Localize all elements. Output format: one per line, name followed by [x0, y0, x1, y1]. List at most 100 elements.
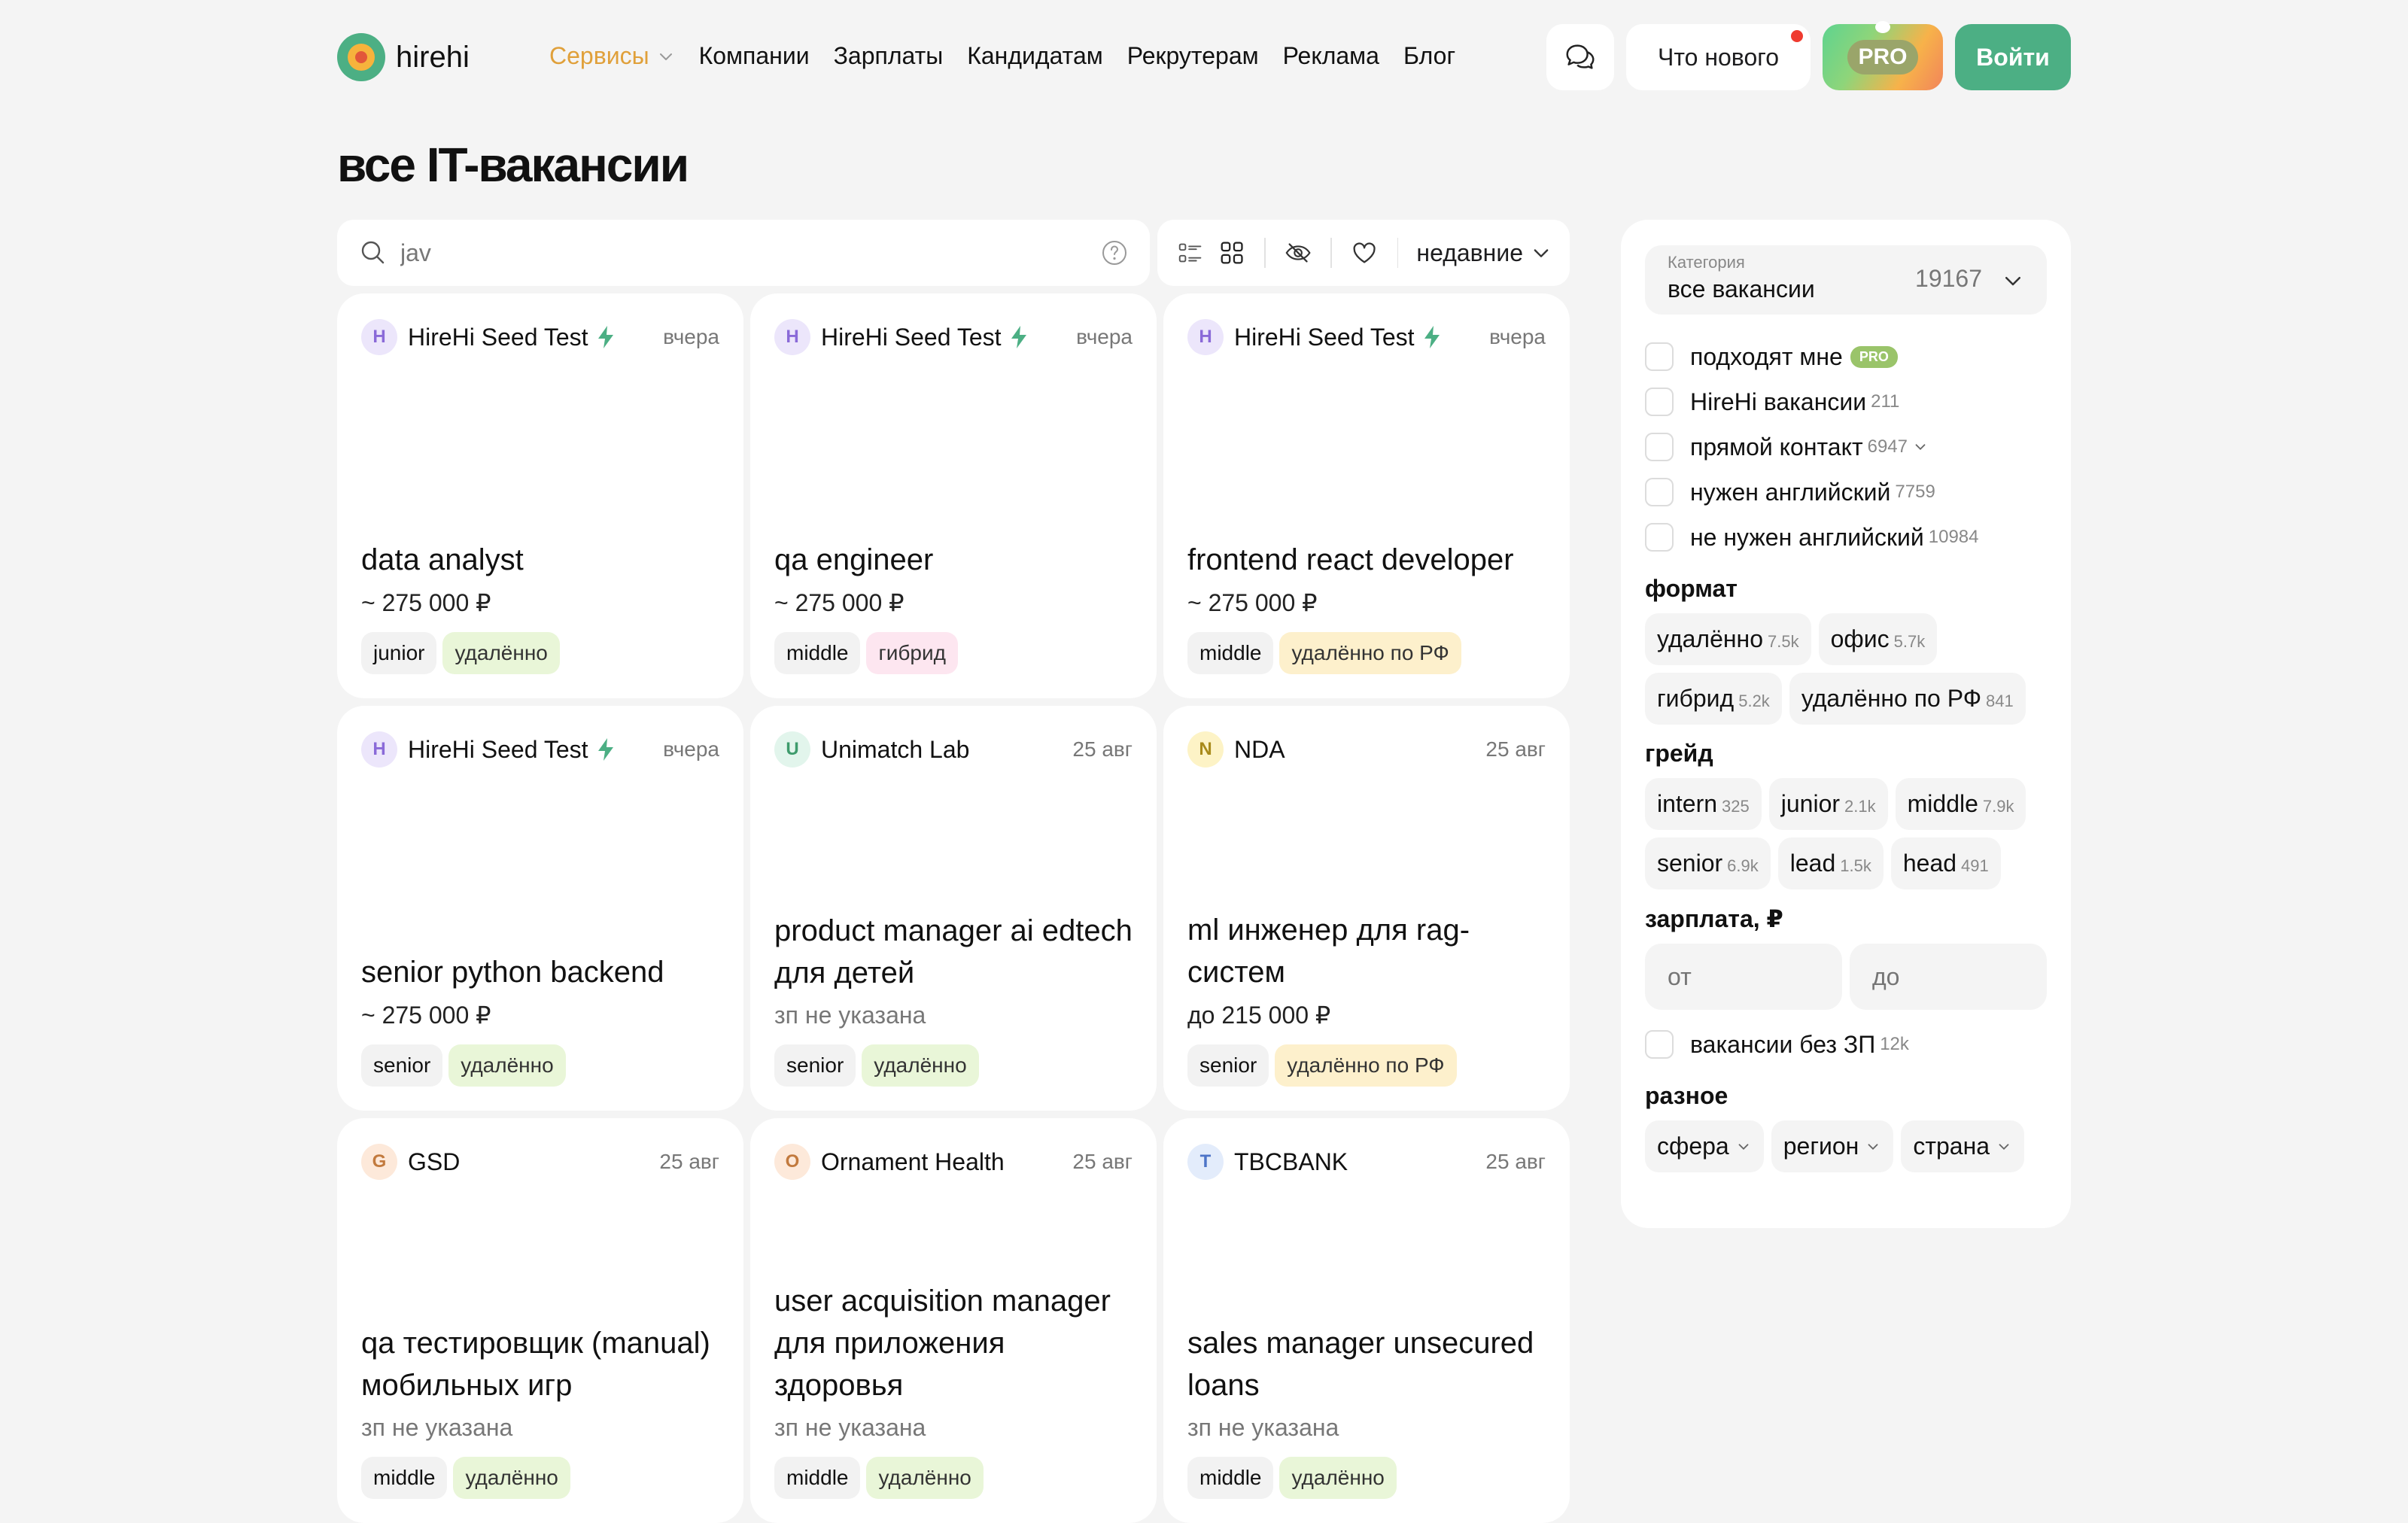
format-chip-remote-rf[interactable]: удалённо по РФ 841	[1789, 673, 2026, 725]
grade-tag: junior	[361, 632, 437, 674]
posted-date: вчера	[1076, 325, 1133, 348]
checkbox[interactable]	[1645, 478, 1674, 506]
vacancy-card[interactable]: G GSD 25 авг qa тестировщик (manual) моб…	[337, 1118, 743, 1523]
filter-suits-me[interactable]: подходят мне PRO	[1645, 334, 2047, 379]
vacancy-card[interactable]: H HireHi Seed Test вчера qa engineer ~ 2…	[750, 293, 1157, 698]
filter-english-required[interactable]: нужен английский 7759	[1645, 470, 2047, 515]
filter-label: нужен английский	[1690, 478, 1891, 506]
toolbar-divider	[1397, 238, 1399, 268]
format-tag: гибрид	[866, 632, 958, 674]
filter-label: прямой контакт	[1690, 433, 1863, 461]
nav-recruiters[interactable]: Рекрутерам	[1127, 42, 1259, 70]
job-title[interactable]: ml инженер для rag-систем	[1187, 909, 1546, 993]
salary-to-input[interactable]	[1850, 944, 2047, 1010]
job-title[interactable]: frontend react developer	[1187, 539, 1546, 581]
card-body: qa тестировщик (manual) мобильных игр зп…	[361, 1322, 719, 1499]
job-title[interactable]: data analyst	[361, 539, 719, 581]
nav-companies[interactable]: Компании	[699, 42, 810, 70]
chevron-down-icon	[1738, 1143, 1749, 1150]
job-title[interactable]: sales manager unsecured loans	[1187, 1322, 1546, 1406]
checkbox-filters: подходят мне PRO HireHi вакансии 211 пря…	[1645, 334, 2047, 560]
grid-view-icon[interactable]	[1218, 238, 1246, 268]
job-title[interactable]: qa engineer	[774, 539, 1133, 581]
company-name[interactable]: Ornament Health	[821, 1148, 1005, 1176]
card-body: product manager ai edtech для детей зп н…	[774, 910, 1133, 1087]
checkbox[interactable]	[1645, 342, 1674, 371]
hidden-eye-icon[interactable]	[1284, 238, 1312, 268]
company-name[interactable]: HireHi Seed Test	[408, 324, 588, 351]
company-name[interactable]: GSD	[408, 1148, 460, 1176]
grade-chip-junior[interactable]: junior 2.1k	[1768, 778, 1888, 830]
vacancy-card[interactable]: T TBCBANK 25 авг sales manager unsecured…	[1163, 1118, 1570, 1523]
filter-hirehi-vacancies[interactable]: HireHi вакансии 211	[1645, 379, 2047, 424]
job-title[interactable]: qa тестировщик (manual) мобильных игр	[361, 1322, 719, 1406]
grade-chip-middle[interactable]: middle 7.9k	[1895, 778, 2026, 830]
pro-button[interactable]: PRO	[1823, 21, 1943, 90]
filter-count: 6947	[1867, 436, 1908, 457]
job-title[interactable]: user acquisition manager для приложения …	[774, 1280, 1133, 1406]
salary: зп не указана	[1187, 1414, 1339, 1441]
chat-button[interactable]	[1546, 24, 1615, 90]
search-input[interactable]	[400, 239, 1100, 267]
filter-no-salary[interactable]: вакансии без ЗП 12k	[1645, 1022, 2047, 1067]
checkbox[interactable]	[1645, 523, 1674, 552]
heart-icon[interactable]	[1350, 238, 1379, 268]
nav-ads[interactable]: Реклама	[1283, 42, 1379, 70]
chip-count: 325	[1722, 797, 1750, 816]
company-name[interactable]: TBCBANK	[1234, 1148, 1348, 1176]
logo-text: hirehi	[396, 40, 470, 74]
salary: до 215 000 ₽	[1187, 1002, 1331, 1029]
company-name[interactable]: HireHi Seed Test	[1234, 324, 1415, 351]
grade-chip-senior[interactable]: senior 6.9k	[1645, 837, 1771, 889]
format-chip-hybrid[interactable]: гибрид 5.2k	[1645, 673, 1782, 725]
vacancy-card[interactable]: U Unimatch Lab 25 авг product manager ai…	[750, 706, 1157, 1111]
vacancy-card[interactable]: N NDA 25 авг ml инженер для rag-систем д…	[1163, 706, 1570, 1111]
vacancy-card[interactable]: H HireHi Seed Test вчера frontend react …	[1163, 293, 1570, 698]
card-body: frontend react developer ~ 275 000 ₽ mid…	[1187, 539, 1546, 674]
nav-services-label: Сервисы	[549, 42, 649, 69]
grade-tag: senior	[1187, 1044, 1269, 1087]
nav-blog[interactable]: Блог	[1403, 42, 1455, 70]
sort-dropdown[interactable]: недавние	[1416, 239, 1552, 267]
vacancy-card[interactable]: H HireHi Seed Test вчера data analyst ~ …	[337, 293, 743, 698]
company-name[interactable]: Unimatch Lab	[821, 736, 969, 764]
grade-chip-head[interactable]: head 491	[1890, 837, 2001, 889]
nav-services[interactable]: Сервисы	[549, 42, 675, 70]
misc-chip-country[interactable]: страна	[1901, 1120, 2025, 1172]
help-icon[interactable]	[1100, 239, 1129, 267]
logo-icon	[337, 33, 385, 81]
checkbox[interactable]	[1645, 1030, 1674, 1059]
nav-candidates[interactable]: Кандидатам	[967, 42, 1103, 70]
nav-salaries[interactable]: Зарплаты	[834, 42, 944, 70]
salary-from-input[interactable]	[1645, 944, 1842, 1010]
grade-chip-lead[interactable]: lead 1.5k	[1777, 837, 1884, 889]
filter-count: 211	[1871, 391, 1900, 412]
filter-direct-contact[interactable]: прямой контакт 6947	[1645, 424, 2047, 470]
format-chip-remote[interactable]: удалённо 7.5k	[1645, 613, 1811, 665]
lightning-icon	[1424, 326, 1440, 348]
chip-count: 1.5k	[1840, 856, 1871, 875]
misc-chip-sphere[interactable]: сфера	[1645, 1120, 1764, 1172]
logo[interactable]: hirehi	[337, 33, 470, 81]
checkbox[interactable]	[1645, 388, 1674, 416]
filter-count: 10984	[1928, 527, 1979, 547]
chip-label: удалённо	[1657, 625, 1764, 652]
company-name[interactable]: NDA	[1234, 736, 1285, 764]
list-view-icon[interactable]	[1175, 238, 1204, 268]
job-title[interactable]: senior python backend	[361, 951, 719, 993]
company-name[interactable]: HireHi Seed Test	[821, 324, 1002, 351]
login-button[interactable]: Войти	[1955, 24, 2071, 90]
chevron-down-icon[interactable]	[1912, 439, 1929, 455]
format-chip-office[interactable]: офис 5.7k	[1818, 613, 1938, 665]
category-select[interactable]: Категория все вакансии 19167	[1645, 245, 2047, 315]
job-title[interactable]: product manager ai edtech для детей	[774, 910, 1133, 994]
vacancy-card[interactable]: H HireHi Seed Test вчера senior python b…	[337, 706, 743, 1111]
whats-new-button[interactable]: Что нового	[1626, 24, 1811, 90]
filter-english-not-required[interactable]: не нужен английский 10984	[1645, 515, 2047, 560]
checkbox[interactable]	[1645, 433, 1674, 461]
company-name[interactable]: HireHi Seed Test	[408, 736, 588, 764]
grade-chip-intern[interactable]: intern 325	[1645, 778, 1762, 830]
misc-chip-region[interactable]: регион	[1771, 1120, 1894, 1172]
chevron-down-icon	[1868, 1143, 1878, 1150]
vacancy-card[interactable]: O Ornament Health 25 авг user acquisitio…	[750, 1118, 1157, 1523]
